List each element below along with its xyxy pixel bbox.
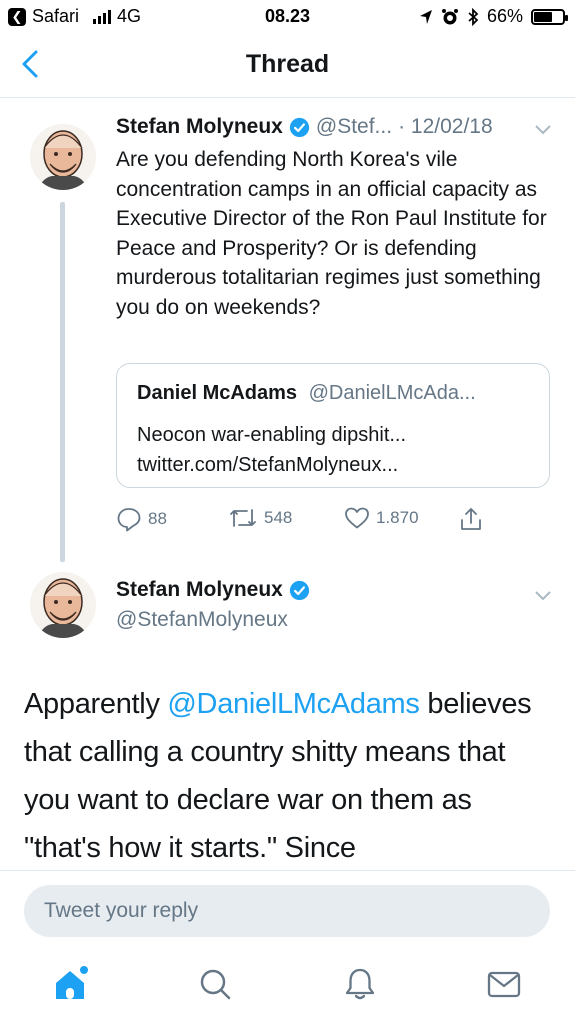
quoted-tweet[interactable]: Daniel McAdams @DanielLMcAda... Neocon w… xyxy=(116,363,550,488)
tab-bar xyxy=(0,950,575,1024)
page-title: Thread xyxy=(245,50,330,78)
chevron-down-icon[interactable] xyxy=(533,122,553,136)
like-count: 1.870 xyxy=(376,508,419,527)
author-name[interactable]: Stefan Molyneux xyxy=(116,578,283,602)
battery-percent: 66% xyxy=(486,6,523,26)
tweet-author-row: Stefan Molyneux xyxy=(116,578,310,602)
author-handle[interactable]: @Stef... xyxy=(316,115,392,139)
quoted-author-handle: @DanielLMcAda... xyxy=(308,382,476,404)
reply-icon xyxy=(117,508,141,532)
retweet-icon xyxy=(230,509,256,527)
status-bar: ❮ Safari 4G 08.23 66% xyxy=(0,0,575,32)
location-icon xyxy=(419,9,432,24)
reply-bar xyxy=(0,870,575,950)
verified-badge-icon xyxy=(289,580,309,600)
chevron-down-icon[interactable] xyxy=(533,588,553,602)
avatar[interactable] xyxy=(30,124,96,190)
avatar-illustration xyxy=(30,572,96,638)
quoted-tweet-header: Daniel McAdams @DanielLMcAda... xyxy=(137,382,476,405)
retweet-button[interactable]: 548 xyxy=(228,506,292,530)
like-button[interactable]: 1.870 xyxy=(344,506,419,530)
bluetooth-icon xyxy=(468,7,479,26)
quoted-tweet-text: Neocon war-enabling dipshit... twitter.c… xyxy=(137,420,537,480)
mention-link[interactable]: @DanielLMcAdams xyxy=(167,688,420,720)
status-right: 66% xyxy=(419,6,568,27)
like-icon xyxy=(345,507,369,529)
tweet-text-start: Apparently xyxy=(24,688,168,720)
reply-count: 88 xyxy=(148,509,167,528)
notifications-icon[interactable] xyxy=(340,964,380,1004)
home-icon[interactable] xyxy=(50,964,90,1004)
battery-fill xyxy=(534,11,553,22)
share-button[interactable] xyxy=(458,506,484,532)
avatar-illustration xyxy=(30,124,96,190)
alarm-icon xyxy=(441,8,458,24)
reply-button[interactable]: 88 xyxy=(116,506,167,532)
tweet-header: Stefan Molyneux @Stef... · 12/02/18 xyxy=(116,115,493,139)
thread-connector-line xyxy=(60,202,65,562)
battery-icon xyxy=(531,8,568,25)
tweet-text: Apparently @DanielLMcAdams believes that… xyxy=(24,680,554,872)
tweet-actions: 88 548 1.870 xyxy=(116,506,556,536)
share-icon xyxy=(461,508,481,530)
search-icon[interactable] xyxy=(195,964,235,1004)
avatar[interactable] xyxy=(30,572,96,638)
verified-badge-icon xyxy=(289,117,309,137)
tweet-text: Are you defending North Korea's vile con… xyxy=(116,148,547,319)
messages-icon[interactable] xyxy=(484,964,524,1004)
author-name[interactable]: Stefan Molyneux xyxy=(116,115,283,139)
tweet-date: · 12/02/18 xyxy=(398,115,493,138)
quoted-tweet-line-1: Neocon war-enabling dipshit... xyxy=(137,424,407,446)
retweet-count: 548 xyxy=(264,508,293,527)
quoted-author-name: Daniel McAdams xyxy=(137,382,298,404)
quoted-tweet-line-2: twitter.com/StefanMolyneux... xyxy=(137,454,399,476)
nav-bar: Thread xyxy=(0,32,575,98)
reply-input[interactable] xyxy=(24,885,550,937)
author-handle[interactable]: @StefanMolyneux xyxy=(116,608,288,632)
